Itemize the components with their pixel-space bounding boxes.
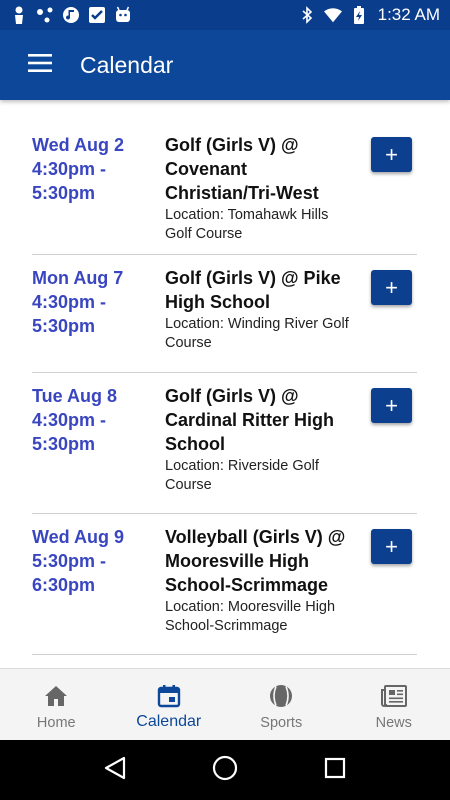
bluetooth-icon [298, 6, 316, 24]
event-title: Golf (Girls V) @ Covenant Christian/Tri-… [165, 135, 319, 203]
hamburger-menu-icon [28, 53, 52, 77]
add-to-calendar-button[interactable]: + [371, 388, 412, 423]
status-bar: 1:32 AM [0, 0, 450, 30]
nav-label-news: News [375, 715, 412, 731]
nav-label-sports: Sports [260, 715, 303, 731]
battery-charging-icon [350, 6, 368, 24]
nav-item-sports[interactable]: Sports [225, 669, 338, 741]
event-row[interactable]: Wed Aug 2 4:30pm - 5:30pm Golf (Girls V)… [32, 122, 417, 255]
nav-item-calendar[interactable]: Calendar [113, 669, 226, 741]
newspaper-icon [380, 683, 407, 709]
event-list: Wed Aug 2 4:30pm - 5:30pm Golf (Girls V)… [0, 100, 450, 655]
back-button[interactable] [95, 750, 135, 790]
android-robot-icon [114, 6, 132, 24]
event-info: Golf (Girls V) @ Cardinal Ritter High Sc… [165, 384, 355, 513]
event-time-end: 6:30pm [32, 575, 96, 595]
wifi-icon [323, 6, 342, 24]
nav-item-news[interactable]: News [338, 669, 450, 741]
event-time-end: 5:30pm [32, 316, 96, 336]
event-info: Volleyball (Girls V) @ Mooresville High … [165, 525, 355, 654]
event-datetime: Wed Aug 2 4:30pm - 5:30pm [32, 133, 165, 254]
add-to-calendar-button[interactable]: + [371, 137, 412, 172]
calendar-icon [156, 683, 182, 709]
network-dots-icon [36, 6, 54, 24]
event-location: Location: Tomahawk Hills Golf Course [165, 207, 329, 242]
page-title: Calendar [80, 51, 174, 78]
event-date: Wed Aug 9 [32, 527, 125, 547]
event-row[interactable]: Tue Aug 8 4:30pm - 5:30pm Golf (Girls V)… [32, 373, 417, 514]
event-location: Location: Riverside Golf Course [165, 458, 319, 493]
system-navigation-bar [0, 740, 450, 800]
event-date: Tue Aug 8 [32, 386, 117, 406]
home-system-button[interactable] [205, 750, 245, 790]
event-title: Golf (Girls V) @ Pike High School [165, 268, 341, 312]
status-left-icons [10, 6, 132, 24]
add-to-calendar-button[interactable]: + [371, 270, 412, 305]
event-row[interactable]: Wed Aug 9 5:30pm - 6:30pm Volleyball (Gi… [32, 514, 417, 655]
event-location: Location: Winding River Golf Course [165, 316, 349, 351]
bottom-navigation: Home Calendar Sports News [0, 668, 450, 740]
event-date: Mon Aug 7 [32, 268, 124, 288]
home-icon [43, 683, 69, 709]
event-datetime: Mon Aug 7 4:30pm - 5:30pm [32, 266, 165, 372]
event-info: Golf (Girls V) @ Covenant Christian/Tri-… [165, 133, 355, 254]
music-icon [62, 6, 80, 24]
app-bar: Calendar [0, 30, 450, 100]
event-info: Golf (Girls V) @ Pike High School Locati… [165, 266, 355, 372]
event-title: Golf (Girls V) @ Cardinal Ritter High Sc… [165, 386, 335, 454]
event-time-start: 4:30pm - [32, 292, 107, 312]
menu-button[interactable] [0, 30, 80, 100]
event-datetime: Tue Aug 8 4:30pm - 5:30pm [32, 384, 165, 513]
nav-label-home: Home [36, 715, 76, 731]
status-right-icons: 1:32 AM [298, 5, 440, 25]
calendar-content[interactable]: Wed Aug 2 4:30pm - 5:30pm Golf (Girls V)… [0, 100, 450, 668]
event-time-end: 5:30pm [32, 183, 96, 203]
event-row[interactable]: Mon Aug 7 4:30pm - 5:30pm Golf (Girls V)… [32, 255, 417, 373]
event-location: Location: Mooresville High School-Scrimm… [165, 599, 336, 634]
home-circle-icon [212, 755, 238, 786]
person-icon [10, 6, 28, 24]
recents-square-icon [324, 757, 346, 784]
event-time-start: 5:30pm - [32, 551, 107, 571]
event-time-end: 5:30pm [32, 434, 96, 454]
event-datetime: Wed Aug 9 5:30pm - 6:30pm [32, 525, 165, 654]
event-date: Wed Aug 2 [32, 135, 125, 155]
event-title: Volleyball (Girls V) @ Mooresville High … [165, 527, 346, 595]
nav-label-calendar: Calendar [136, 713, 202, 730]
baseball-icon [268, 683, 294, 709]
status-time: 1:32 AM [377, 5, 440, 24]
checkmark-app-icon [88, 6, 106, 24]
event-time-start: 4:30pm - [32, 159, 107, 179]
back-triangle-icon [104, 756, 126, 785]
add-to-calendar-button[interactable]: + [371, 529, 412, 564]
nav-item-home[interactable]: Home [0, 669, 113, 741]
event-time-start: 4:30pm - [32, 410, 107, 430]
recents-button[interactable] [315, 750, 355, 790]
